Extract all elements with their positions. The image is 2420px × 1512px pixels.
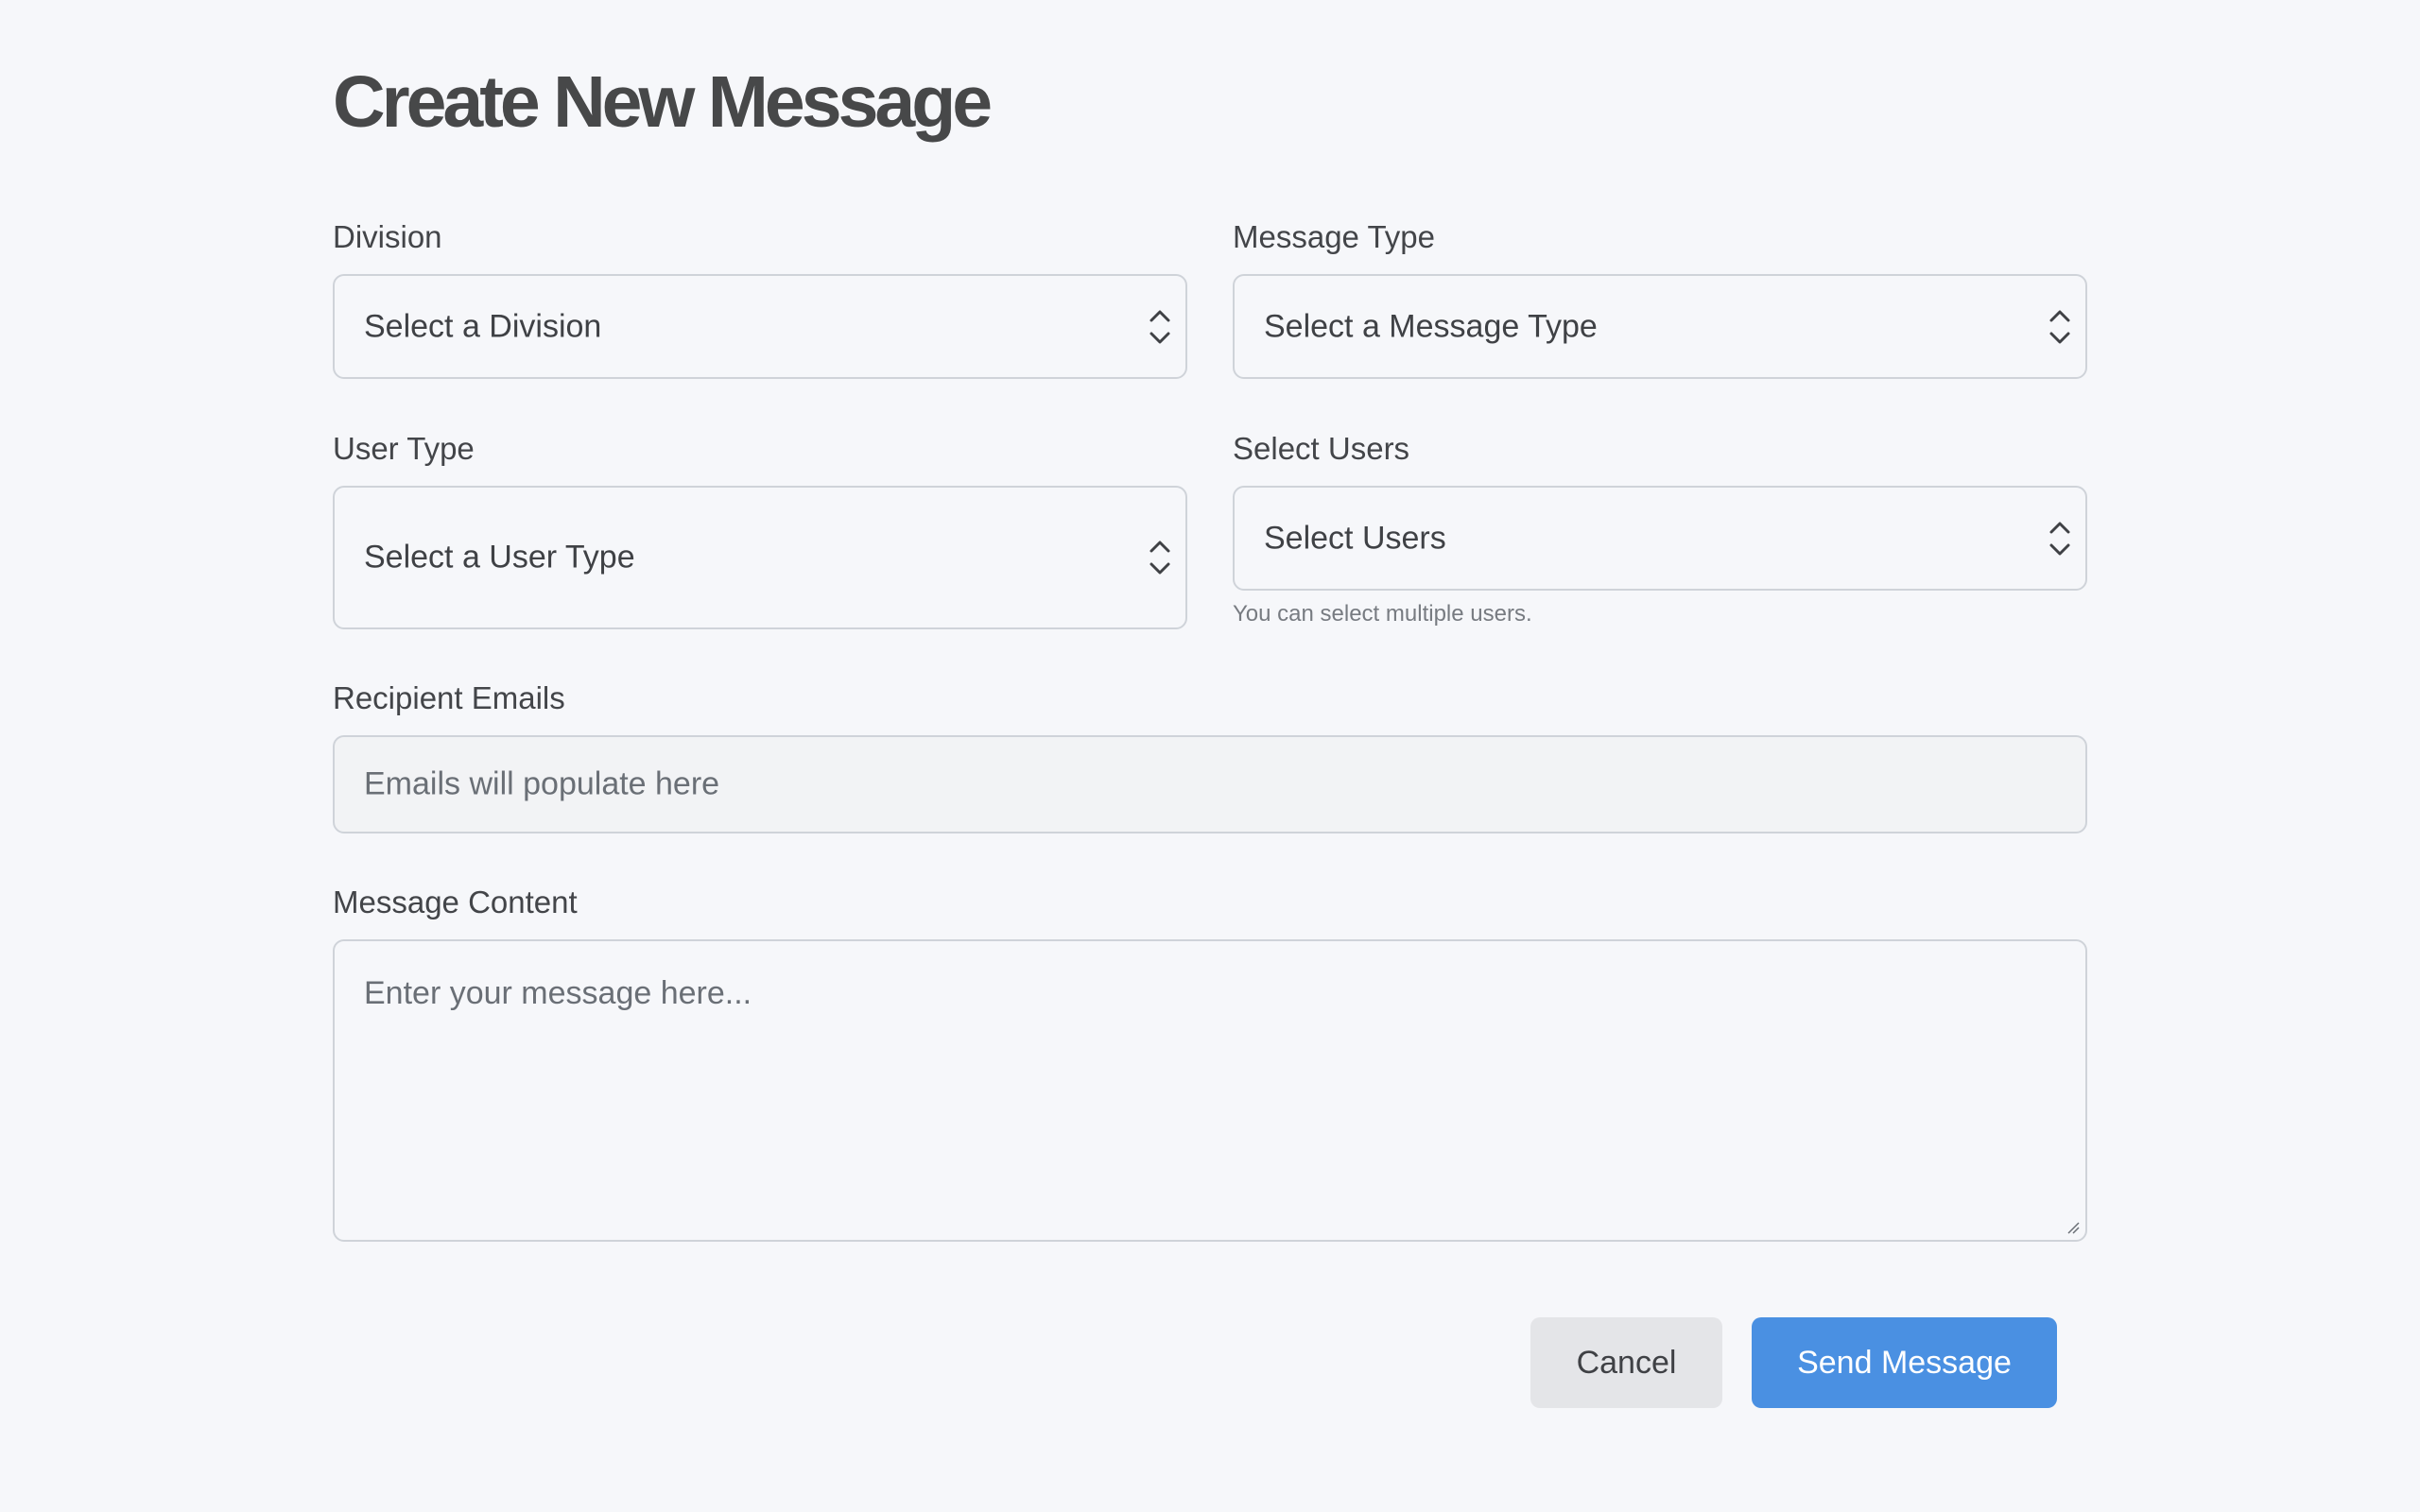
message-content-label: Message Content xyxy=(333,885,578,919)
send-message-button[interactable]: Send Message xyxy=(1752,1317,2057,1408)
message-type-select-value: Select a Message Type xyxy=(1264,308,1598,344)
chevron-up-down-icon xyxy=(1150,310,1170,343)
select-users-hint: You can select multiple users. xyxy=(1233,601,1532,627)
chevron-up-down-icon xyxy=(2049,310,2070,343)
user-type-select-value: Select a User Type xyxy=(364,539,635,576)
select-users-select[interactable]: Select Users xyxy=(1233,486,2087,591)
chevron-up-down-icon xyxy=(2049,522,2070,555)
chevron-up-down-icon xyxy=(1150,541,1170,575)
message-type-label: Message Type xyxy=(1233,219,1436,254)
division-select[interactable]: Select a Division xyxy=(333,274,1187,379)
recipient-emails-label: Recipient Emails xyxy=(333,680,565,715)
create-message-page: Create New Message Division Select a Div… xyxy=(0,0,2420,1512)
division-select-value: Select a Division xyxy=(364,308,602,344)
select-users-select-value: Select Users xyxy=(1264,520,1446,556)
user-type-select[interactable]: Select a User Type xyxy=(333,486,1187,629)
message-content-textarea[interactable]: Enter your message here... xyxy=(333,939,2087,1242)
select-users-label: Select Users xyxy=(1233,431,1410,466)
recipient-emails-field[interactable]: Emails will populate here xyxy=(333,735,2087,833)
division-label: Division xyxy=(333,219,442,254)
resize-grip-icon[interactable] xyxy=(2065,1219,2080,1234)
page-title: Create New Message xyxy=(333,61,993,143)
message-content-placeholder: Enter your message here... xyxy=(364,975,752,1011)
cancel-button[interactable]: Cancel xyxy=(1530,1317,1722,1408)
user-type-label: User Type xyxy=(333,431,475,466)
message-type-select[interactable]: Select a Message Type xyxy=(1233,274,2087,379)
recipient-emails-placeholder: Emails will populate here xyxy=(364,765,720,802)
